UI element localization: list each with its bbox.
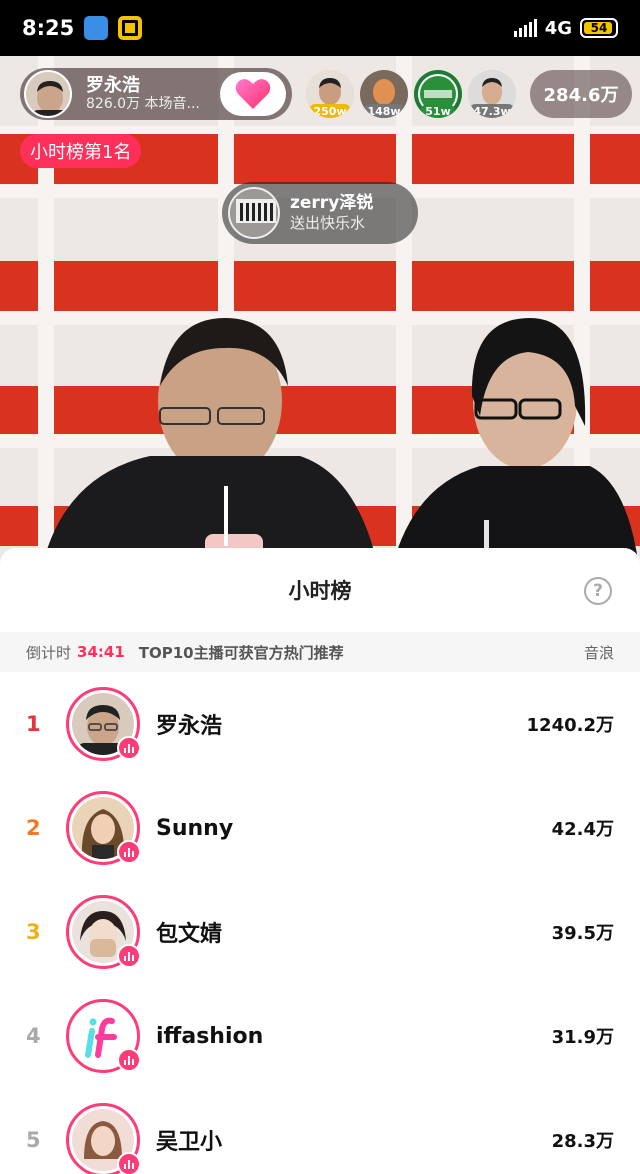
gift-notification: zerry泽锐 送出快乐水 [222,182,418,244]
live-indicator-icon [117,944,141,968]
live-indicator-icon [117,1048,141,1072]
row-avatar[interactable] [66,999,141,1073]
viewer-count[interactable]: 284.6万 [530,70,632,118]
row-score: 31.9万 [551,1027,614,1048]
viewer-badge: 148w [362,104,406,118]
gift-user-avatar [228,187,280,239]
row-score: 39.5万 [551,923,614,944]
row-score: 1240.2万 [526,715,614,736]
live-indicator-icon [117,840,141,864]
row-avatar[interactable] [66,1103,141,1174]
row-avatar[interactable] [66,895,141,969]
anchor-subtitle: 826.0万 本场音... [86,96,200,113]
ranking-row[interactable]: 5 吴卫小 28.3万 [0,1088,640,1174]
rank-number: 3 [26,920,41,944]
hourly-rank-tag[interactable]: 小时榜第1名 [20,134,142,168]
row-name: 罗永浩 [156,714,223,739]
battery-icon: 54 [580,18,618,38]
countdown-label: 倒计时 [26,643,72,662]
gift-user-name: zerry泽锐 [290,193,374,214]
follow-heart-button[interactable] [220,72,286,116]
sheet-title: 小时榜 [288,579,352,603]
row-name: Sunny [156,815,234,841]
row-name: iffashion [156,1023,264,1049]
rank-number: 5 [26,1128,41,1152]
ranking-list: 1 罗永浩 1240.2万 2 Sunny 42.4万 3 包文婧 39.5万 … [0,672,640,1174]
gift-message: 送出快乐水 [290,214,366,233]
live-indicator-icon [117,1152,141,1174]
unit-label: 音浪 [583,643,614,662]
rank-number: 4 [26,1024,41,1048]
network-type: 4G [544,17,572,39]
viewer-badge: 47.3w [468,104,516,118]
top-viewer-4[interactable]: 47.3w [468,70,516,118]
app-blue-icon [84,16,109,40]
row-score: 42.4万 [551,819,614,840]
app-yellow-icon [118,16,143,40]
countdown-value: 34:41 [77,643,125,661]
anchor-avatar[interactable] [24,70,72,118]
signal-icon [513,19,537,37]
top-viewer-2[interactable]: 148w [360,70,408,118]
ranking-row[interactable]: 1 罗永浩 1240.2万 [0,672,640,776]
ranking-row[interactable]: 4 iffashion 31.9万 [0,984,640,1088]
row-avatar[interactable] [66,791,141,865]
rank-number: 1 [26,712,41,736]
row-name: 包文婧 [156,922,223,947]
live-indicator-icon [117,736,141,760]
promo-text: TOP10主播可获官方热门推荐 [138,643,344,662]
viewer-badge: 250w [308,104,352,118]
top-viewer-1[interactable]: 250w [306,70,354,118]
sheet-header: 小时榜 ? [0,548,640,632]
status-bar: 8:25 4G 54 [0,0,640,56]
top-viewer-3[interactable]: 51w [414,70,462,118]
ranking-row[interactable]: 2 Sunny 42.4万 [0,776,640,880]
status-time: 8:25 [22,16,75,40]
ranking-row[interactable]: 3 包文婧 39.5万 [0,880,640,984]
rank-number: 2 [26,816,41,840]
viewer-badge: 51w [420,104,456,118]
countdown-bar: 倒计时 34:41 TOP10主播可获官方热门推荐 音浪 [0,632,640,672]
help-icon[interactable]: ? [584,577,612,605]
row-score: 28.3万 [551,1131,614,1152]
heart-icon [235,79,271,109]
battery-level: 54 [590,21,608,35]
hourly-ranking-sheet: 小时榜 ? 倒计时 34:41 TOP10主播可获官方热门推荐 音浪 1 罗永浩… [0,548,640,1174]
row-avatar[interactable] [66,687,141,761]
anchor-name: 罗永浩 [86,74,140,96]
row-name: 吴卫小 [156,1130,223,1155]
